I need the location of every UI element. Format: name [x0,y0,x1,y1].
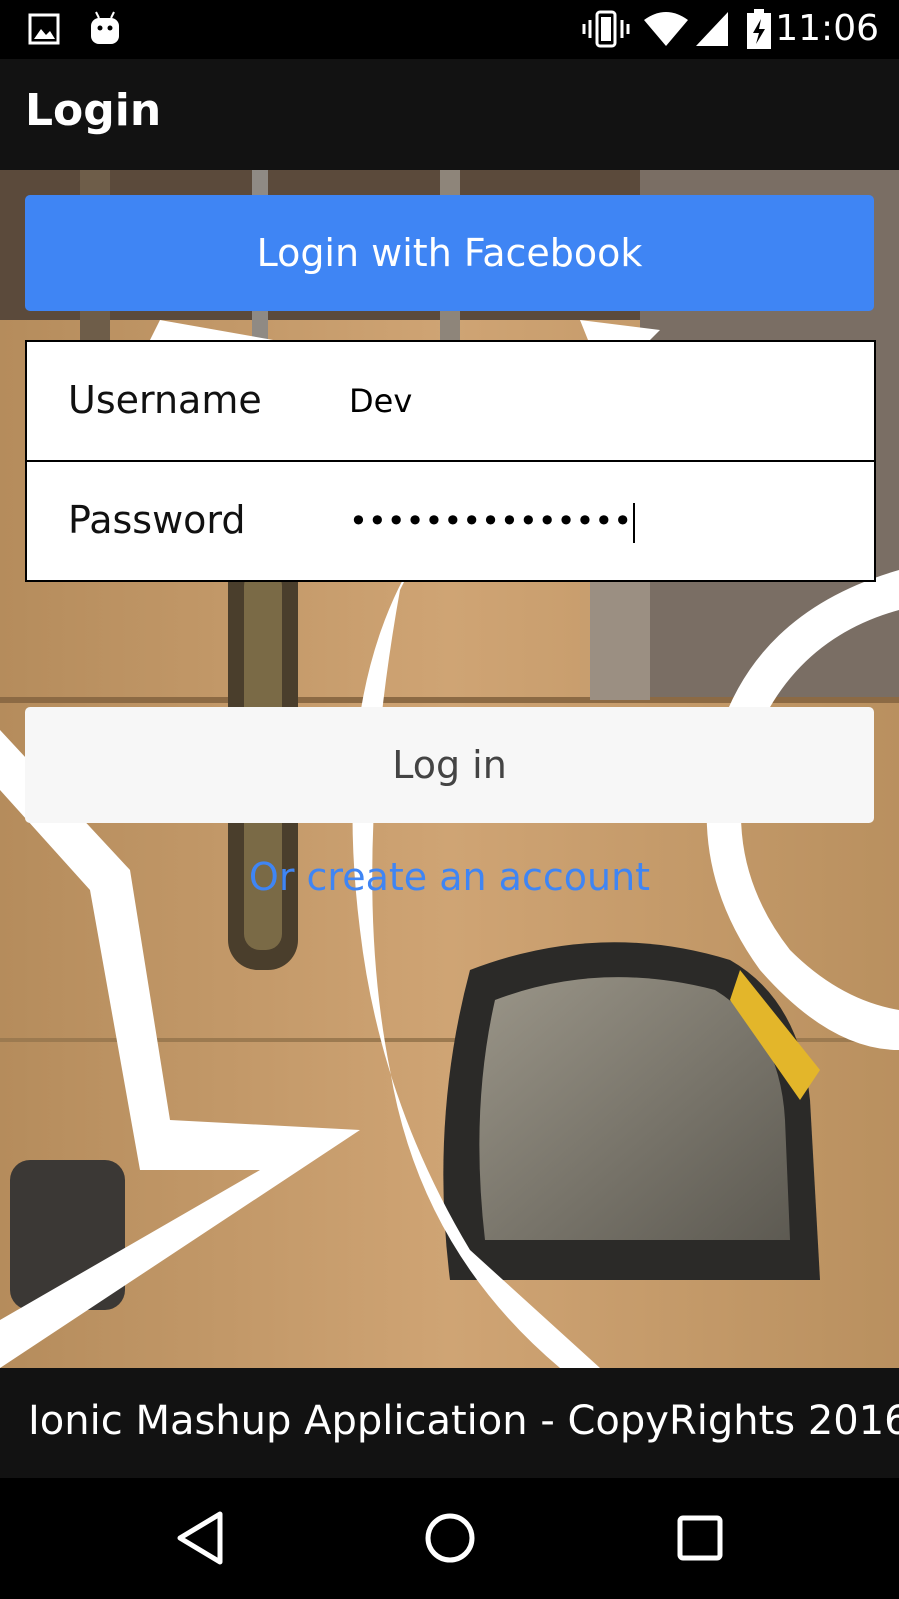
create-account-link-text[interactable]: Or create an account [249,855,650,899]
app-header: Login [0,59,899,170]
username-input[interactable]: Dev [349,372,849,430]
signal-icon [696,12,728,46]
recents-icon[interactable] [672,1508,728,1568]
page-title: Login [25,85,162,136]
login-button[interactable]: Log in [25,707,874,823]
status-time: 11:06 [775,8,879,49]
home-icon[interactable] [420,1508,480,1568]
create-account-link: Or create an account [0,855,899,899]
login-form: Username Dev Password ••••••••••••••• [25,340,876,582]
system-nav-bar [0,1478,899,1599]
footer-copyright: Ionic Mashup Application - CopyRights 20… [28,1398,899,1444]
vibrate-icon [582,10,630,48]
android-icon [91,11,119,44]
username-value: Dev [349,382,413,420]
status-bar: 11:06 [0,0,899,59]
password-input[interactable]: ••••••••••••••• [349,492,849,550]
password-label: Password [68,498,246,542]
image-icon [28,13,60,45]
back-icon[interactable] [172,1508,228,1568]
text-cursor [633,503,636,543]
password-value: ••••••••••••••• [349,502,633,540]
footer: Ionic Mashup Application - CopyRights 20… [0,1368,899,1478]
login-content: Login with Facebook Username Dev Passwor… [0,170,899,1368]
battery-charging-icon [747,9,771,49]
facebook-login-button[interactable]: Login with Facebook [25,195,874,311]
wifi-icon [644,12,688,46]
username-label: Username [68,378,262,422]
password-row[interactable]: Password ••••••••••••••• [27,462,874,580]
username-row[interactable]: Username Dev [27,342,874,462]
